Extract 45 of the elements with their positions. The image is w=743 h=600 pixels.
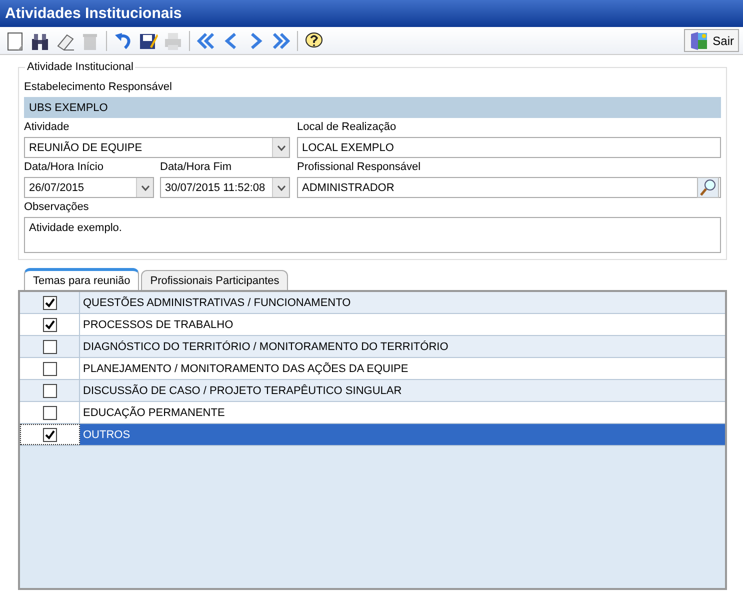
checkbox[interactable] [43, 428, 57, 442]
table-cell-text: DIAGNÓSTICO DO TERRITÓRIO / MONITORAMENTO DO TERRITÓRIO [82, 340, 450, 354]
window-title: Atividades Institucionais [0, 0, 743, 27]
table-cell-text: QUESTÕES ADMINISTRATIVAS / FUNCIONAMENTO [82, 295, 352, 310]
table-row[interactable]: DISCUSSÃO DE CASO / PROJETO TERAPÊUTICO SINGULAR [20, 380, 725, 402]
panel-legend: Atividade Institucional [25, 61, 136, 73]
input-field[interactable]: LOCAL EXEMPLO [297, 137, 721, 158]
exit-button[interactable]: Sair [684, 29, 739, 52]
table-cell-text: OUTROS [82, 428, 132, 442]
checkbox[interactable] [42, 318, 56, 332]
door-icon [688, 30, 709, 50]
field-label: Atividade [24, 120, 70, 135]
chevron-icon [276, 184, 286, 190]
field-label: Observações [24, 200, 90, 215]
checkbox[interactable] [42, 362, 56, 376]
field-label: Profissional Responsável [297, 160, 422, 175]
checkbox[interactable] [42, 384, 56, 398]
dropdown-field[interactable]: REUNIÃO DE EQUIPE [24, 137, 290, 158]
table-row[interactable]: PLANEJAMENTO / MONITORAMENTO DAS AÇÕES DA EQUIPE [20, 358, 725, 380]
table-cell-text: DISCUSSÃO DE CASO / PROJETO TERAPÊUTICO SINGULAR [82, 383, 403, 398]
checkbox[interactable] [42, 406, 56, 420]
chevron-icon [140, 184, 150, 190]
table-cell-text: EDUCAÇÃO PERMANENTE [82, 405, 226, 420]
chevron-icon [276, 144, 286, 150]
input-field[interactable]: ADMINISTRADOR [297, 177, 721, 198]
table-row[interactable]: PROCESSOS DE TRABALHO [20, 314, 725, 336]
table-cell-text: PROCESSOS DE TRABALHO [82, 318, 234, 332]
table-row[interactable]: QUESTÕES ADMINISTRATIVAS / FUNCIONAMENTO [20, 292, 725, 314]
table-row[interactable]: DIAGNÓSTICO DO TERRITÓRIO / MONITORAMENTO DO TERRITÓRIO [20, 336, 725, 358]
field-label: Data/Hora Fim [160, 160, 233, 175]
input-field[interactable]: UBS EXEMPLO [24, 97, 721, 118]
table-cell-text: PLANEJAMENTO / MONITORAMENTO DAS AÇÕES DA EQUIPE [82, 362, 410, 376]
magnifier-icon [697, 177, 719, 198]
dropdown-field[interactable]: 26/07/2015 [24, 177, 154, 198]
table-row[interactable]: OUTROS [20, 424, 725, 446]
notes-field[interactable]: Atividade exemplo. [24, 217, 721, 253]
field-label: Data/Hora Início [24, 160, 104, 175]
dropdown-field[interactable]: 30/07/2015 11:52:08 [160, 177, 290, 198]
tab[interactable]: Profissionais Participantes [141, 270, 288, 290]
field-label: Estabelecimento Responsável [24, 80, 173, 95]
field-label: Local de Realização [297, 120, 398, 135]
tab[interactable]: Temas para reunião [24, 268, 140, 290]
checkbox[interactable] [42, 340, 56, 354]
checkbox[interactable] [42, 296, 56, 310]
table-row[interactable]: EDUCAÇÃO PERMANENTE [20, 402, 725, 424]
